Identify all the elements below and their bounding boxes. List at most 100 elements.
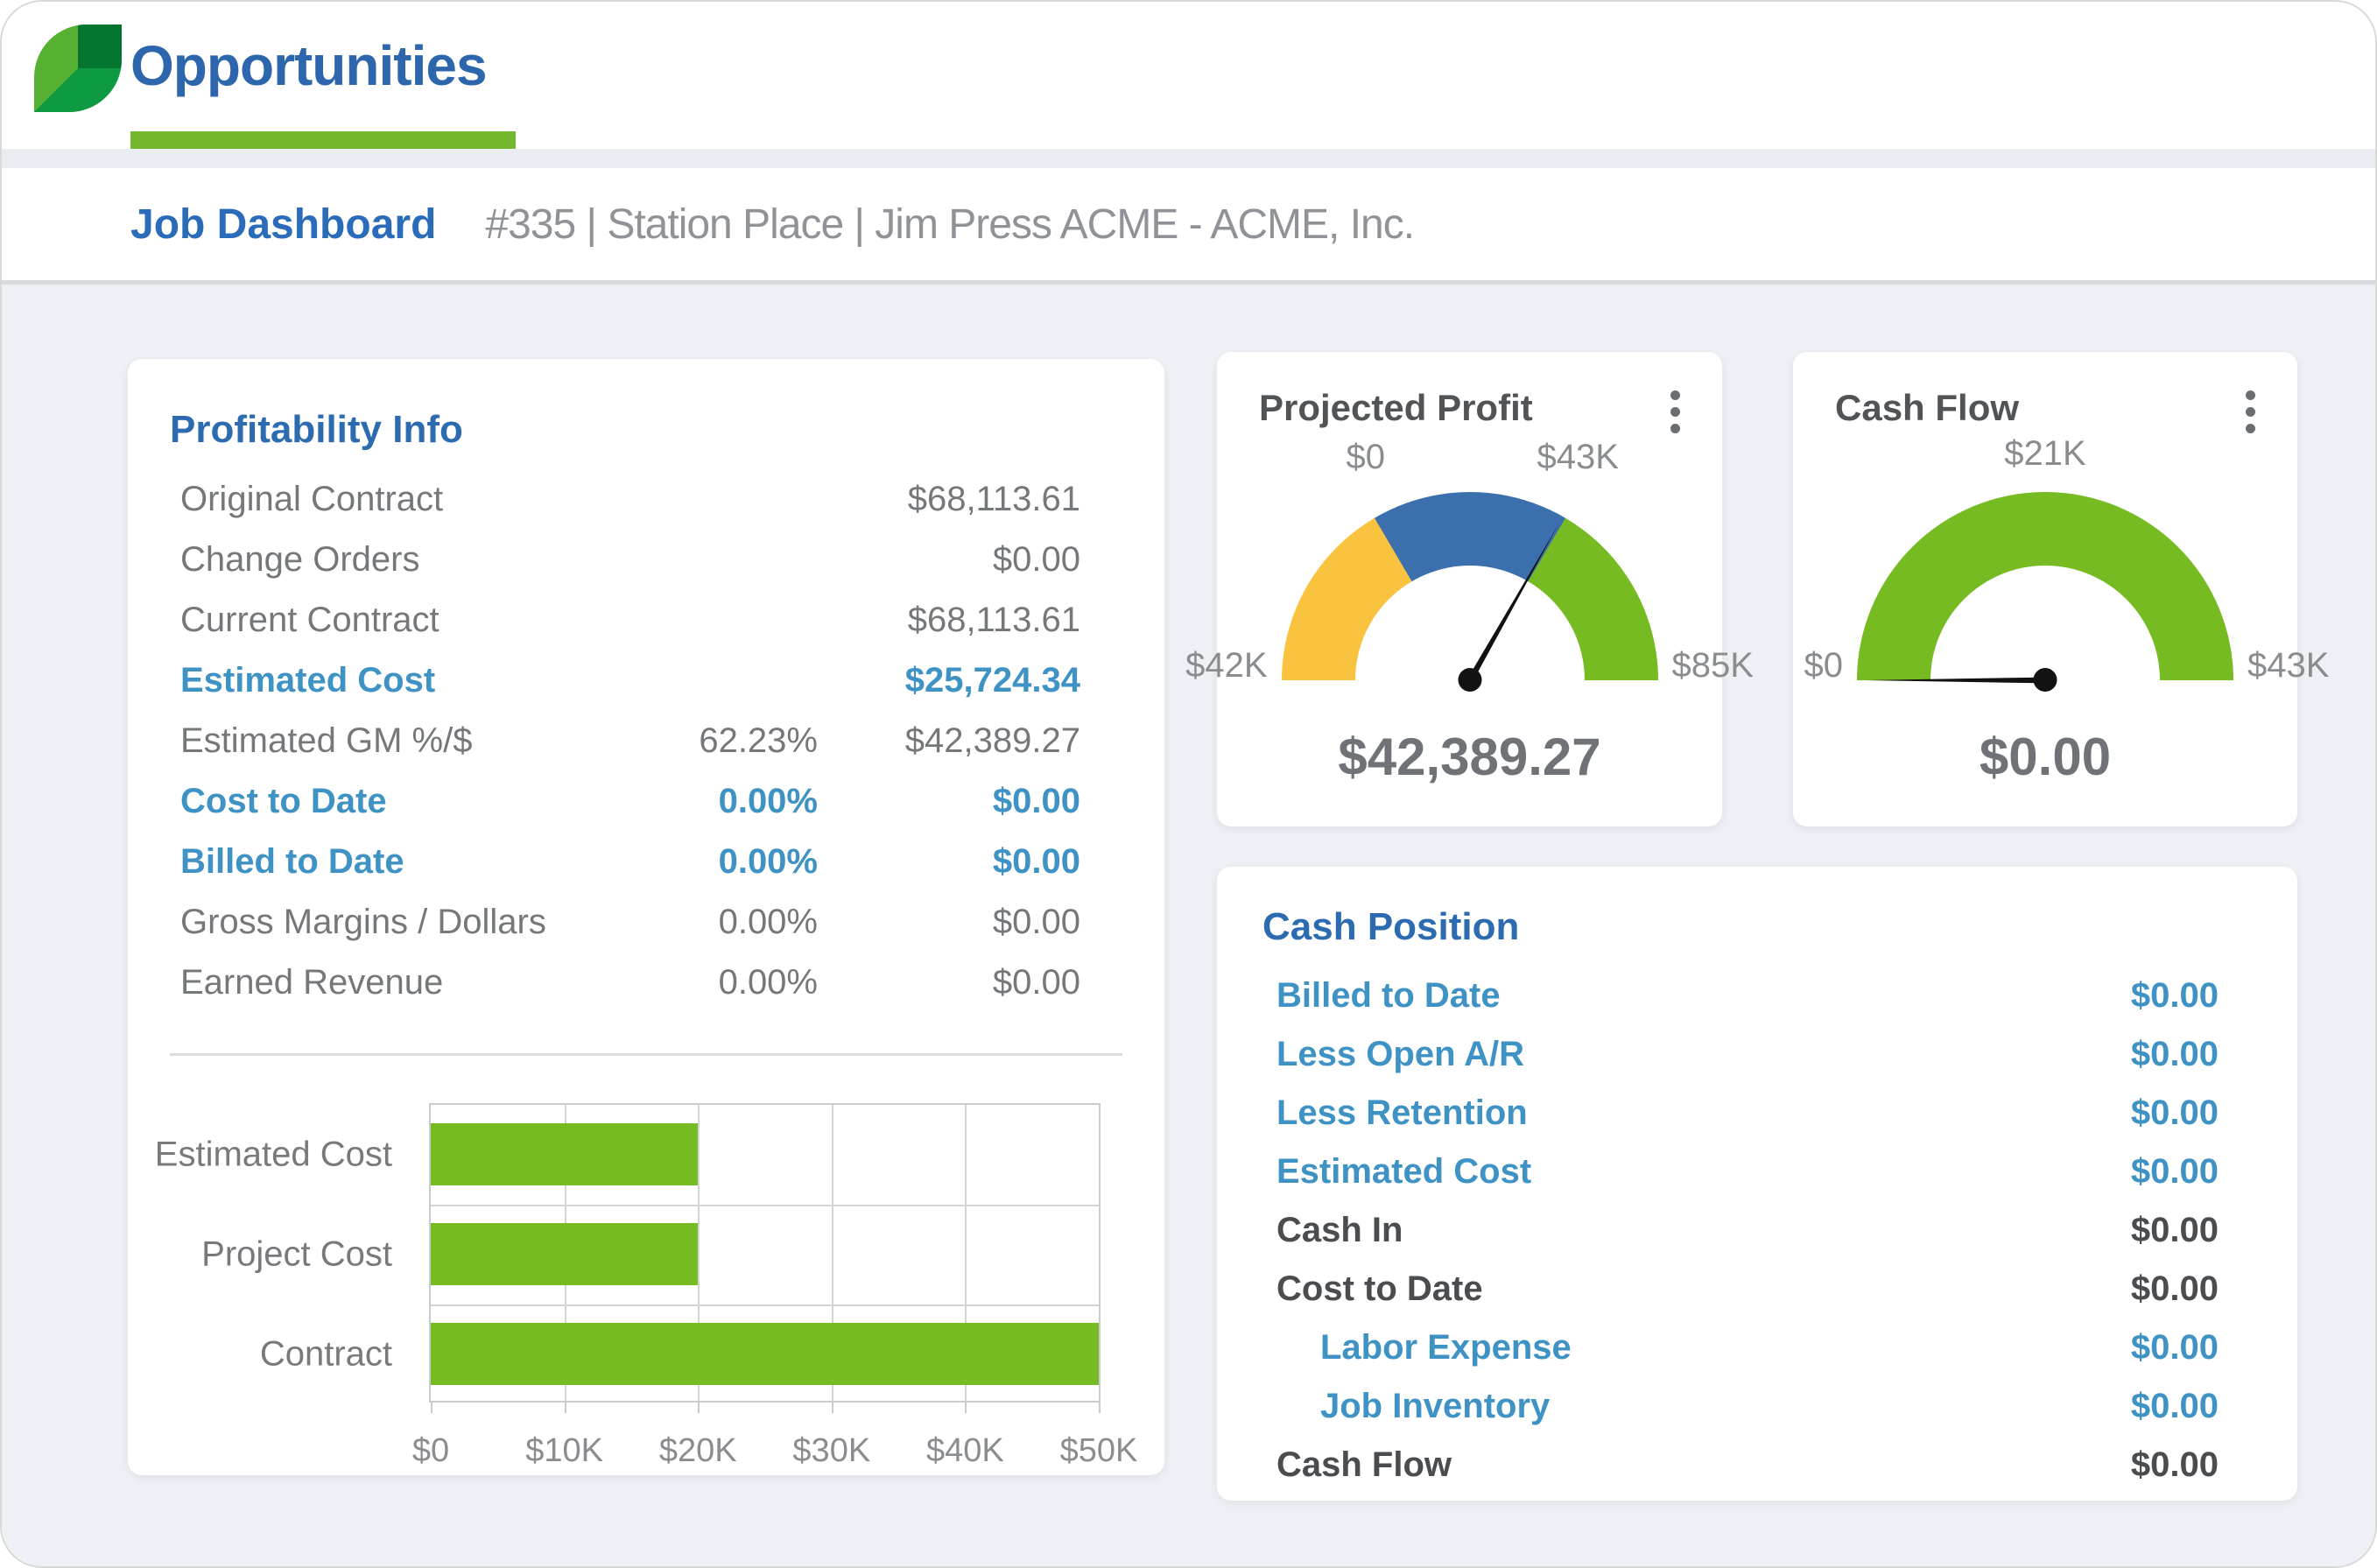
cash-position-panel: Cash Position Billed to Date $0.00 Less O… [1217, 867, 2297, 1501]
app-header: Opportunities [2, 2, 2375, 149]
axis-tick [1099, 1401, 1101, 1413]
row-label: Less Retention [1276, 1093, 1528, 1133]
row-amount: $0.00 [818, 842, 1080, 882]
category-label: Project Cost [147, 1235, 392, 1275]
row-label: Estimated GM %/$ [180, 721, 608, 761]
row-percent: 0.00% [608, 842, 818, 882]
row-label: Estimated Cost [1276, 1152, 1531, 1192]
projected-profit-gauge: $42K $0 $43K $85K [1282, 492, 1658, 680]
cash-position-table: Billed to Date $0.00 Less Open A/R $0.00 L… [1276, 967, 2219, 1494]
row-percent: 62.23% [608, 721, 818, 761]
row-amount: $0.00 [2131, 1445, 2219, 1485]
axis-tick [965, 1401, 967, 1413]
dashboard-body: Profitability Info Original Contract $68,… [2, 285, 2375, 1566]
axis-tick-label: $10K [525, 1432, 603, 1470]
projected-profit-title: Projected Profit [1259, 387, 1533, 429]
row-amount: $0.00 [2131, 1269, 2219, 1309]
table-row: Job Inventory $0.00 [1276, 1377, 2219, 1436]
projected-profit-card: Projected Profit $42K $0 $43K $85K $42,3… [1217, 352, 1722, 826]
row-amount: $0.00 [2131, 976, 2219, 1016]
axis-tick-label: $20K [659, 1432, 737, 1470]
row-label: Cash Flow [1276, 1445, 1452, 1485]
table-row: Labor Expense $0.00 [1276, 1318, 2219, 1377]
row-amount: $0.00 [2131, 1211, 2219, 1250]
table-row: Original Contract $68,113.61 [180, 469, 1080, 530]
row-amount: $25,724.34 [818, 661, 1080, 700]
leaf-logo-dark-segment [78, 25, 122, 68]
gauge-label-mid: $43K [1537, 438, 1619, 477]
row-amount: $0.00 [2131, 1035, 2219, 1074]
row-amount: $0.00 [2131, 1093, 2219, 1133]
table-row: Less Retention $0.00 [1276, 1084, 2219, 1143]
category-label: Contract [147, 1335, 392, 1375]
cash-flow-card: Cash Flow $0 $21K $43K $0.00 [1793, 352, 2297, 826]
cash-flow-gauge: $0 $21K $43K [1857, 492, 2233, 680]
row-label: Cost to Date [1276, 1269, 1483, 1309]
row-amount: $0.00 [2131, 1387, 2219, 1426]
cash-flow-value: $0.00 [1793, 727, 2297, 787]
bar-estimated-cost [431, 1123, 698, 1185]
table-row: Gross Margins / Dollars0.00%$0.00 [180, 892, 1080, 953]
gauge-label-zero: $0 [1347, 438, 1386, 477]
row-label: Change Orders [180, 540, 608, 580]
header-divider-band [2, 149, 2375, 168]
profitability-panel: Profitability Info Original Contract $68,… [128, 359, 1164, 1475]
kebab-menu-icon[interactable] [1663, 383, 1687, 440]
axis-tick-label: $30K [792, 1432, 870, 1470]
section-divider [170, 1053, 1122, 1056]
row-amount: $68,113.61 [818, 601, 1080, 640]
breadcrumb-job-context: #335 | Station Place | Jim Press ACME - … [485, 200, 1414, 249]
row-amount: $0.00 [2131, 1328, 2219, 1368]
bar-contract [431, 1323, 1099, 1385]
table-row: Cash Flow $0.00 [1276, 1436, 2219, 1494]
row-label: Less Open A/R [1276, 1035, 1524, 1074]
gridline [431, 1205, 1099, 1206]
row-percent: 0.00% [608, 903, 818, 942]
axis-tick-label: $50K [1060, 1432, 1138, 1470]
cash-flow-title: Cash Flow [1835, 387, 2019, 429]
cash-position-title: Cash Position [1262, 905, 2297, 949]
axis-tick [565, 1401, 566, 1413]
breadcrumb-tab-job-dashboard[interactable]: Job Dashboard [130, 200, 436, 249]
row-label: Earned Revenue [180, 963, 608, 1002]
app-window: Opportunities Job Dashboard #335 | Stati… [0, 0, 2377, 1568]
row-label: Labor Expense [1276, 1328, 1572, 1368]
row-label: Current Contract [180, 601, 608, 640]
axis-tick [431, 1401, 433, 1413]
gauge-pivot [2034, 668, 2057, 692]
row-label: Billed to Date [180, 842, 608, 882]
projected-profit-value: $42,389.27 [1217, 727, 1722, 787]
profitability-title: Profitability Info [170, 408, 1164, 452]
row-label: Billed to Date [1276, 976, 1501, 1016]
row-amount: $0.00 [818, 782, 1080, 821]
leaf-logo-icon [34, 25, 122, 112]
table-row: Estimated Cost$0.00 [1276, 1143, 2219, 1201]
kebab-menu-icon[interactable] [2239, 383, 2262, 440]
row-amount: $0.00 [818, 540, 1080, 580]
gauge-label-max: $43K [2247, 646, 2329, 686]
gauge-label-mid: $21K [2004, 434, 2085, 474]
row-label: Original Contract [180, 480, 608, 519]
cost-bar-chart: Estimated Cost Project Cost Contract $0 … [429, 1103, 1101, 1403]
axis-tick [832, 1401, 833, 1413]
row-percent: 0.00% [608, 782, 818, 821]
table-row: Cash In $0.00 [1276, 1201, 2219, 1260]
gauge-label-min: $0 [1804, 646, 1844, 686]
table-row: Cost to Date0.00%$0.00 [180, 771, 1080, 832]
category-label: Estimated Cost [147, 1136, 392, 1175]
row-label: Cash In [1276, 1211, 1403, 1250]
table-row: Estimated GM %/$62.23%$42,389.27 [180, 711, 1080, 771]
gridline [431, 1304, 1099, 1306]
table-row: Less Open A/R $0.00 [1276, 1025, 2219, 1084]
table-row: Estimated Cost $25,724.34 [180, 650, 1080, 711]
row-label: Job Inventory [1276, 1387, 1550, 1426]
row-amount: $68,113.61 [818, 480, 1080, 519]
row-amount: $0.00 [818, 963, 1080, 1002]
row-label: Gross Margins / Dollars [180, 903, 608, 942]
table-row: Billed to Date $0.00 [1276, 967, 2219, 1025]
row-percent: 0.00% [608, 963, 818, 1002]
bar-project-cost [431, 1223, 698, 1285]
axis-tick [698, 1401, 700, 1413]
row-amount: $0.00 [818, 903, 1080, 942]
row-label: Estimated Cost [180, 661, 608, 700]
